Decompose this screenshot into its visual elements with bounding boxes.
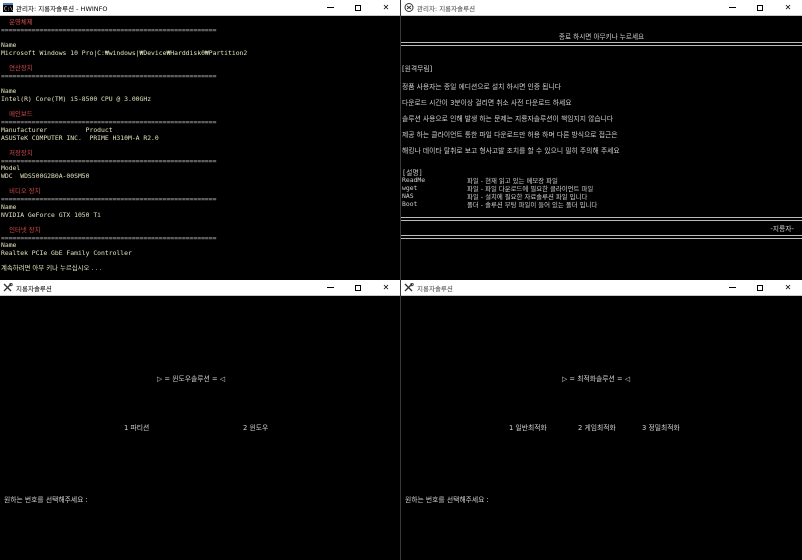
window-title: 관리자: 지룡자솔루션 — [417, 5, 476, 13]
notice-line: 솔루션 사용으로 인해 발생 하는 문제는 지룡자솔루션이 책임지지 않습니다 — [402, 115, 614, 123]
maximize-icon — [757, 284, 763, 291]
option-partition[interactable]: 1 파티션 — [124, 422, 149, 432]
title-bar[interactable]: 지룡자솔루션 ✕ — [401, 280, 802, 296]
close-button[interactable]: ✕ — [372, 280, 400, 295]
console-output: 종료 하시면 아무키나 누르세요 [원격무림] 정품 사용자는 종일 에디션으로… — [401, 16, 802, 280]
window-title: 관리자: 지룡자솔루션 - HWINFO — [16, 5, 108, 13]
maximize-button[interactable] — [344, 280, 372, 295]
window-title: 지룡자솔루션 — [16, 285, 52, 293]
minimize-icon — [326, 7, 334, 8]
close-icon: ✕ — [784, 3, 792, 12]
tools-icon — [404, 283, 414, 292]
maximize-button[interactable] — [344, 0, 372, 15]
minimize-icon — [728, 7, 736, 8]
separator-line: ========================================… — [1, 195, 217, 204]
exit-prompt: 종료 하시면 아무키나 누르세요 — [558, 33, 645, 41]
notice-line: 정품 사용자는 종일 에디션으로 설치 하시면 인증 됩니다 — [402, 83, 561, 91]
close-button[interactable]: ✕ — [774, 280, 802, 295]
maximize-icon — [757, 4, 763, 11]
title-bar[interactable]: 관리자: 지룡자솔루션 ✕ — [401, 0, 802, 16]
description-item-name: NAS — [402, 192, 414, 200]
window-title: 지룡자솔루션 — [417, 285, 453, 293]
tool-icon — [404, 3, 414, 12]
svg-text:C:\: C:\ — [4, 7, 13, 13]
console-output: ▷ = 윈도우솔루션 = ◁ 1 파티션 2 윈도우 원하는 번호를 선택해주세… — [0, 296, 400, 560]
divider — [401, 42, 802, 46]
section-header: 운영체제 — [1, 18, 33, 26]
close-icon: ✕ — [382, 3, 390, 12]
minimize-button[interactable] — [316, 280, 344, 295]
separator-line: ========================================… — [1, 25, 217, 34]
notice-console-window[interactable]: 관리자: 지룡자솔루션 ✕ 종료 하시면 아무키나 누르세요 [원격무림] 정품… — [401, 0, 802, 280]
console-line: Realtek PCIe GbE Family Controller — [1, 249, 132, 257]
minimize-button[interactable] — [718, 0, 746, 15]
description-item-text: 폴더 - 솔루션 부팅 파일이 들어 있는 폴더 입니다 — [467, 201, 598, 209]
menu-title: ▷ = 최적화솔루션 = ◁ — [562, 375, 631, 383]
separator-line: ========================================… — [1, 233, 217, 242]
section-header: 인터넷 장치 — [1, 225, 41, 234]
minimize-button[interactable] — [316, 0, 344, 15]
signature: -지룡자- — [770, 225, 794, 233]
option-precision-optimization[interactable]: 3 정밀최적화 — [642, 422, 680, 432]
console-line: 계속하려면 아무 키나 누르십시오 . . . — [1, 264, 102, 273]
maximize-icon — [355, 284, 361, 291]
notice-line: 제공 하는 클라이언트 통한 파일 다운로드만 허용 하며 다른 방식으로 접근… — [402, 131, 618, 139]
description-item-name: wget — [402, 184, 418, 192]
notice-line: 해킹나 데이타 탈취로 보고 형사고발 조치를 할 수 있으니 필히 주의해 주… — [402, 147, 620, 155]
close-button[interactable]: ✕ — [372, 0, 400, 15]
windows-solution-window[interactable]: 지룡자솔루션 ✕ ▷ = 윈도우솔루션 = ◁ 1 파티션 2 윈도우 원하는 … — [0, 280, 401, 560]
divider — [401, 217, 802, 221]
notice-line: 다운로드 시간이 3분이상 걸리면 취소 사전 다운로드 하세요 — [402, 99, 572, 107]
maximize-button[interactable] — [746, 280, 774, 295]
tools-icon — [3, 283, 13, 292]
close-button[interactable]: ✕ — [774, 0, 802, 15]
separator-line: ========================================… — [1, 156, 217, 165]
maximize-button[interactable] — [746, 0, 774, 15]
console-line: WDC WDS500G2B0A-00SM50 — [1, 172, 90, 180]
minimize-icon — [728, 287, 736, 288]
menu-title: ▷ = 윈도우솔루션 = ◁ — [157, 375, 226, 383]
console-line: Intel(R) Core(TM) i5-8500 CPU @ 3.00GHz — [1, 95, 152, 103]
section-header: 저장장치 — [1, 148, 33, 157]
console-output: ▷ = 최적화솔루션 = ◁ 1 일반최적화 2 게임최적화 3 정밀최적화 원… — [401, 296, 802, 560]
notice-header: [원격무림] — [402, 65, 433, 73]
console-icon: C:\ — [3, 3, 13, 12]
option-windows[interactable]: 2 윈도우 — [243, 422, 268, 432]
option-game-optimization[interactable]: 2 게임최적화 — [578, 422, 616, 432]
console-line: Manufacturer Product — [1, 125, 113, 134]
minimize-button[interactable] — [718, 280, 746, 295]
console-line: Microsoft Windows 10 Pro|C:₩windows|₩Dev… — [1, 48, 248, 57]
separator-line: ========================================… — [1, 71, 217, 80]
title-bar[interactable]: C:\ 관리자: 지룡자솔루션 - HWINFO ✕ — [0, 0, 400, 16]
optimization-solution-window[interactable]: 지룡자솔루션 ✕ ▷ = 최적화솔루션 = ◁ 1 일반최적화 2 게임최적화 … — [401, 280, 802, 560]
close-icon: ✕ — [784, 283, 792, 292]
description-item-name: Boot — [402, 200, 418, 208]
option-general-optimization[interactable]: 1 일반최적화 — [509, 422, 547, 432]
input-prompt[interactable]: 원하는 번호를 선택해주세요 : — [405, 494, 489, 504]
console-line: ASUSTeK COMPUTER INC. PRIME H310M-A R2.0 — [1, 133, 159, 142]
console-line: NVIDIA GeForce GTX 1050 Ti — [1, 210, 102, 219]
title-bar[interactable]: 지룡자솔루션 ✕ — [0, 280, 400, 296]
console-output: 운영체제 ====================================… — [0, 16, 400, 280]
console-line: Name — [1, 202, 17, 211]
description-item-name: ReadMe — [402, 176, 426, 184]
maximize-icon — [355, 4, 361, 11]
divider — [401, 235, 802, 239]
close-icon: ✕ — [382, 283, 390, 292]
input-prompt[interactable]: 원하는 번호를 선택해주세요 : — [4, 494, 88, 504]
hwinfo-console-window[interactable]: C:\ 관리자: 지룡자솔루션 - HWINFO ✕ 운영체제 =========… — [0, 0, 401, 280]
minimize-icon — [326, 287, 334, 288]
